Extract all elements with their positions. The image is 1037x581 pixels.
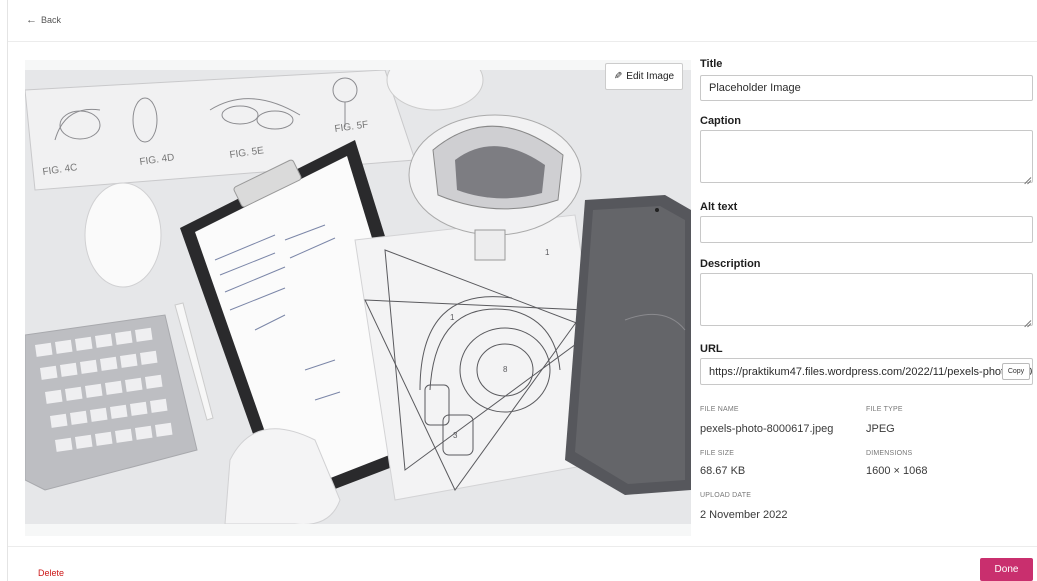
caption-label: Caption <box>700 115 741 127</box>
file-type-value: JPEG <box>866 423 895 435</box>
copy-url-button[interactable]: Copy <box>1002 363 1030 380</box>
svg-text:3: 3 <box>453 431 458 440</box>
caption-resize-handle[interactable] <box>1022 172 1031 181</box>
alt-text-input[interactable] <box>700 216 1033 243</box>
arrow-left-icon: ← <box>26 14 37 26</box>
title-label: Title <box>700 58 723 70</box>
alt-text-label: Alt text <box>700 201 738 213</box>
description-label: Description <box>700 258 761 270</box>
edit-image-button[interactable]: ✎ Edit Image <box>605 63 683 90</box>
svg-text:1: 1 <box>450 313 455 322</box>
description-textarea[interactable] <box>700 273 1033 326</box>
file-name-label: FILE NAME <box>700 406 739 413</box>
pencil-icon: ✎ <box>613 71 623 82</box>
edit-image-label: Edit Image <box>626 71 675 82</box>
file-size-value: 68.67 KB <box>700 465 746 477</box>
footer-divider <box>8 546 1037 547</box>
header-divider <box>8 41 1037 42</box>
file-type-label: FILE TYPE <box>866 406 903 413</box>
delete-button[interactable]: Delete <box>38 568 64 578</box>
back-label: Back <box>41 15 62 25</box>
caption-textarea[interactable] <box>700 130 1033 183</box>
dimensions-value: 1600 × 1068 <box>866 465 928 477</box>
done-button[interactable]: Done <box>980 558 1033 581</box>
left-border <box>7 0 8 581</box>
image-preview-panel: FIG. 4C FIG. 4D FIG. 5E FIG. 5F 1 1 8 3 <box>25 60 691 536</box>
image-preview: FIG. 4C FIG. 4D FIG. 5E FIG. 5F 1 1 8 3 <box>25 70 691 524</box>
url-input[interactable]: https://praktikum47.files.wordpress.com/… <box>700 358 1033 385</box>
description-resize-handle[interactable] <box>1022 315 1031 324</box>
upload-date-value: 2 November 2022 <box>700 509 788 521</box>
url-value: https://praktikum47.files.wordpress.com/… <box>709 365 1032 378</box>
file-size-label: FILE SIZE <box>700 450 735 457</box>
svg-text:1: 1 <box>545 248 550 257</box>
file-name-value: pexels-photo-8000617.jpeg <box>700 423 834 435</box>
url-label: URL <box>700 343 723 355</box>
svg-text:8: 8 <box>503 365 508 374</box>
title-input[interactable]: Placeholder Image <box>700 75 1033 101</box>
dimensions-label: DIMENSIONS <box>866 450 913 457</box>
back-link[interactable]: ← Back <box>26 14 61 26</box>
upload-date-label: UPLOAD DATE <box>700 492 752 499</box>
